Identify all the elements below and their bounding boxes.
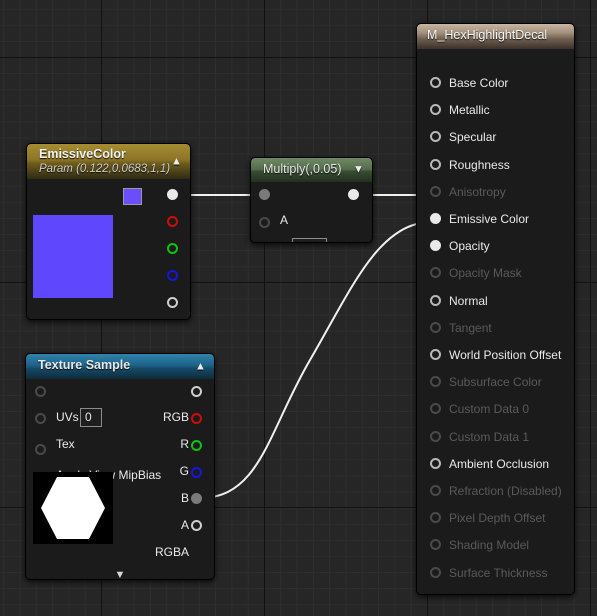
hexagon-shape [41, 477, 105, 539]
pin-label-material-anisotropy: Anisotropy [449, 184, 506, 199]
wire-texture-alpha-to-opacity [199, 221, 431, 499]
pin-material-tangent[interactable] [430, 321, 441, 333]
pin-material-opacity[interactable] [430, 240, 441, 252]
pin-texture-in-uvs[interactable] [35, 386, 46, 397]
node-material-output-header[interactable]: M_HexHighlightDecal [417, 24, 574, 49]
pin-texture-out-b[interactable] [191, 467, 202, 478]
node-emissive-color-title: EmissiveColor [39, 147, 126, 161]
pin-material-roughness[interactable] [430, 158, 441, 170]
pin-multiply-in-a[interactable] [259, 189, 270, 200]
pin-texture-out-rgba[interactable] [191, 520, 202, 531]
pin-label-material-specular: Specular [449, 130, 497, 145]
pin-multiply-out[interactable] [348, 189, 359, 200]
pin-label-material-tangent: Tangent [449, 320, 492, 335]
pin-material-custom-data-0[interactable] [430, 403, 441, 415]
pin-label-g: G [179, 464, 189, 478]
pin-label-material-base-color: Base Color [449, 76, 509, 90]
pin-emissive-out-b[interactable] [167, 270, 178, 281]
pin-texture-out-a[interactable] [191, 493, 202, 504]
pin-label-material-refraction-disabled: Refraction (Disabled) [449, 484, 562, 498]
pin-label-material-ambient-occlusion: Ambient Occlusion [449, 456, 550, 471]
node-material-output-body: Base Color Metallic Specular Roughness Aniso… [417, 49, 574, 594]
pin-label-material-emissive-color: Emissive Color [449, 212, 530, 226]
node-multiply-title: Multiply(,0.05) [263, 162, 342, 176]
uvs-value-input[interactable]: 0 [80, 408, 102, 427]
node-material-output-title: M_HexHighlightDecal [427, 28, 548, 42]
pin-label-b: B [180, 491, 189, 505]
pin-material-emissive-color[interactable] [430, 213, 441, 224]
pin-texture-out-r[interactable] [191, 413, 202, 424]
pin-material-front-material[interactable] [430, 593, 441, 594]
pin-emissive-out-r[interactable] [167, 216, 178, 227]
pin-label-material-roughness: Roughness [449, 157, 510, 172]
default-value-color-swatch[interactable] [123, 188, 142, 205]
node-texture-sample-title: Texture Sample [38, 358, 131, 372]
emissive-color-preview [33, 215, 113, 298]
node-texture-sample-header[interactable]: Texture Sample ▲ [26, 354, 214, 379]
node-texture-sample[interactable]: Texture Sample ▲ UVs 0 Tex Apply View Mi… [25, 353, 215, 580]
pin-material-world-position-offset[interactable] [430, 349, 441, 360]
pin-texture-out-rgb[interactable] [191, 386, 202, 397]
pin-label-tex: Tex [56, 437, 75, 451]
pin-emissive-out-rgba[interactable] [167, 189, 178, 200]
pin-material-custom-data-1[interactable] [430, 430, 441, 442]
pin-label-a: A [180, 518, 189, 532]
pin-label-material-front-material: Front Material [449, 593, 523, 594]
pin-material-specular[interactable] [430, 131, 441, 143]
pin-label-multiply-b: B [280, 241, 288, 242]
pin-label-material-world-position-offset: World Position Offset [449, 348, 562, 362]
pin-texture-in-tex[interactable] [35, 413, 46, 424]
node-emissive-color-header[interactable]: EmissiveColor Param (0.122,0.0683,1,1) ▲ [27, 144, 190, 179]
pin-material-ambient-occlusion[interactable] [430, 457, 441, 469]
pin-material-pixel-depth-offset[interactable] [430, 512, 441, 524]
pin-material-normal[interactable] [430, 294, 441, 306]
pin-material-subsurface-color[interactable] [430, 376, 441, 388]
pin-material-refraction-disabled[interactable] [430, 485, 441, 496]
texture-preview-thumbnail [33, 472, 113, 544]
pin-label-material-shading-model: Shading Model [449, 538, 530, 553]
node-multiply[interactable]: Multiply(,0.05) ▼ A B 0.05 [250, 157, 373, 243]
chevron-up-icon[interactable]: ▲ [194, 360, 207, 373]
pin-label-multiply-a: A [280, 213, 289, 227]
pin-label-r: R [180, 437, 189, 451]
chevron-up-icon[interactable]: ▲ [170, 155, 183, 168]
pin-label-rgba: RGBA [154, 545, 189, 559]
node-multiply-header[interactable]: Multiply(,0.05) ▼ [251, 158, 372, 182]
pin-label-material-surface-thickness: Surface Thickness [449, 565, 548, 580]
pin-label-material-custom-data-1: Custom Data 1 [449, 429, 530, 444]
pin-emissive-out-a[interactable] [167, 297, 178, 308]
pin-emissive-out-g[interactable] [167, 243, 178, 254]
pin-label-uvs: UVs [56, 410, 79, 424]
pin-label-rgb: RGB [162, 410, 189, 424]
pin-label-material-opacity: Opacity [449, 239, 490, 254]
node-emissive-color-subtitle: Param (0.122,0.0683,1,1) [39, 163, 171, 175]
pin-material-opacity-mask[interactable] [430, 267, 441, 279]
pin-label-material-opacity-mask: Opacity Mask [449, 266, 522, 281]
pin-label-material-custom-data-0: Custom Data 0 [449, 402, 530, 417]
node-material-output[interactable]: M_HexHighlightDecal Base Color Metallic Sp… [416, 23, 575, 595]
chevron-down-icon[interactable]: ▼ [26, 569, 214, 579]
pin-label-material-pixel-depth-offset: Pixel Depth Offset [449, 511, 546, 526]
pin-material-base-color[interactable] [430, 77, 441, 88]
pin-texture-in-apply-view-mipbias[interactable] [35, 444, 46, 455]
pin-multiply-in-b[interactable] [259, 217, 270, 228]
pin-material-surface-thickness[interactable] [430, 566, 441, 578]
chevron-down-icon[interactable]: ▼ [352, 164, 365, 177]
pin-label-material-normal: Normal [449, 293, 488, 308]
pin-label-material-metallic: Metallic [449, 103, 490, 118]
pin-material-shading-model[interactable] [430, 539, 441, 551]
pin-label-material-subsurface-color: Subsurface Color [449, 375, 542, 390]
pin-material-anisotropy[interactable] [430, 185, 441, 197]
multiply-b-value-input[interactable]: 0.05 [292, 238, 327, 242]
pin-material-metallic[interactable] [430, 104, 441, 116]
pin-texture-out-g[interactable] [191, 440, 202, 451]
material-graph-canvas[interactable]: EmissiveColor Param (0.122,0.0683,1,1) ▲… [0, 0, 597, 616]
